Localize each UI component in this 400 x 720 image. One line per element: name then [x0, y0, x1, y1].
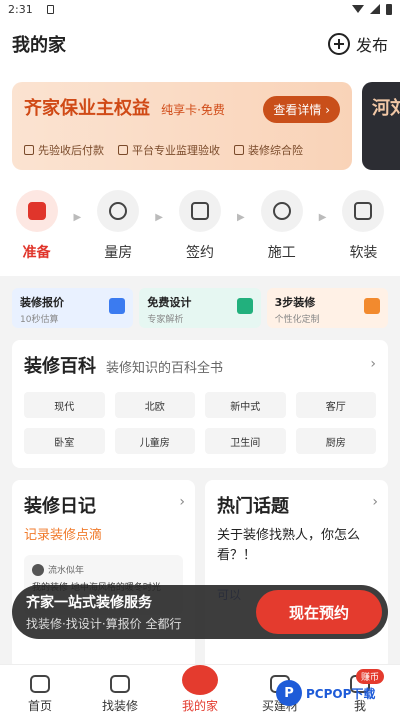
stage-contract[interactable]: 签约 — [172, 190, 228, 276]
promo-title: 齐家一站式装修服务 — [26, 595, 152, 611]
home-icon — [30, 675, 50, 693]
construction-icon — [260, 190, 303, 232]
promo-text: 齐家一站式装修服务 找装修·找设计·算报价 全都行 — [26, 592, 181, 632]
tab-home[interactable]: 首页 — [0, 665, 80, 720]
supervision-icon — [118, 145, 128, 155]
stage-measure[interactable]: 量房 — [90, 190, 146, 276]
paint-roller-icon — [363, 298, 380, 314]
tag-item[interactable]: 北欧 — [114, 392, 195, 418]
diary-user: 流水似年 — [32, 563, 175, 576]
quote-tool[interactable]: 装修报价 10秒估算 — [12, 288, 134, 328]
signal-icon — [370, 4, 380, 14]
design-icon — [236, 298, 253, 314]
tag-item[interactable]: 新中式 — [205, 392, 286, 418]
design-tool[interactable]: 免费设计 专家解析 — [139, 288, 261, 328]
watermark-logo: P — [276, 680, 302, 706]
arrow-right-icon: ▶ — [236, 212, 245, 223]
stage-prepare[interactable]: 准备 — [9, 190, 65, 276]
tab-find-renovation[interactable]: 找装修 — [80, 665, 160, 720]
tag-item[interactable]: 卫生间 — [205, 428, 286, 454]
topics-card[interactable]: 热门话题 › 关于装修找熟人，你怎么看？！ 可以 — [205, 480, 388, 670]
arrow-right-icon: ▶ — [155, 212, 163, 223]
three-steps-tool[interactable]: 3步装修 个性化定制 — [266, 288, 388, 328]
topic-question[interactable]: 关于装修找熟人，你怎么看？！ — [217, 526, 376, 566]
avatar — [32, 563, 44, 576]
diary-title: 装修日记 — [24, 496, 96, 517]
publish-label: 发布 — [355, 36, 388, 55]
encyclopedia-subtitle: 装修知识的百科全书 — [106, 361, 224, 376]
chat-icon — [110, 675, 130, 693]
encyclopedia-title: 装修百科 — [24, 356, 96, 377]
sim-icon — [46, 4, 54, 14]
stage-construction[interactable]: 施工 — [254, 190, 310, 276]
tool-shortcuts: 装修报价 10秒估算 免费设计 专家解析 3步装修 个性化定制 — [0, 288, 400, 328]
status-bar: 2:31 — [0, 0, 400, 18]
prepare-icon — [15, 190, 58, 232]
tag-item[interactable]: 卧室 — [24, 428, 105, 454]
arrow-right-icon: ▶ — [318, 212, 327, 223]
page-title: 我的家 — [12, 35, 66, 56]
diary-card[interactable]: 装修日记 › 记录装修点滴 流水似年 我的装修 地中海风格的暖冬时光 — [12, 480, 195, 670]
watermark-text: PCPOP下载 — [306, 686, 376, 701]
book-now-button[interactable]: 现在预约 — [256, 590, 382, 634]
banner-subtitle: 纯享卡·免费 — [161, 103, 225, 117]
status-right — [352, 3, 392, 15]
tag-item[interactable]: 客厅 — [295, 392, 376, 418]
chevron-right-icon: › — [179, 494, 185, 510]
watermark: P PCPOP下载 — [276, 680, 375, 706]
promo-subtitle: 找装修·找设计·算报价 全都行 — [26, 617, 182, 631]
status-time: 2:31 — [8, 2, 33, 16]
banner-feature: 平台专业监理验收 — [118, 142, 220, 158]
view-details-button[interactable]: 查看详情 › — [263, 96, 340, 123]
banner-title: 齐家保业主权益 — [24, 98, 150, 119]
shield-icon — [234, 145, 244, 155]
next-banner[interactable]: 河刘 — [362, 82, 400, 170]
banner-features: 先验收后付款 平台专业监理验收 装修综合险 — [24, 142, 303, 158]
diary-subtitle: 记录装修点滴 — [24, 528, 103, 543]
renovation-stages: 准备 ▶ 量房 ▶ 签约 ▶ 施工 ▶ 软装 — [0, 180, 400, 276]
tab-my-home[interactable]: 我的家 — [160, 665, 240, 720]
banner-feature: 先验收后付款 — [24, 142, 104, 158]
measure-icon — [97, 190, 140, 232]
encyclopedia-header[interactable]: 装修百科 装修知识的百科全书 — [24, 352, 376, 378]
wifi-icon — [352, 5, 364, 13]
app-header: 我的家 发布 — [0, 18, 400, 70]
tag-item[interactable]: 现代 — [24, 392, 105, 418]
contract-icon — [178, 190, 221, 232]
promo-bar: 齐家一站式装修服务 找装修·找设计·算报价 全都行 现在预约 — [12, 585, 388, 639]
house-icon — [182, 665, 218, 695]
stage-soft-decoration[interactable]: 软装 — [335, 190, 391, 276]
chevron-right-icon: › — [372, 494, 378, 510]
calculator-icon — [109, 298, 126, 314]
publish-button[interactable]: 发布 — [327, 32, 388, 56]
chevron-right-icon[interactable]: › — [370, 356, 376, 372]
topics-title: 热门话题 — [217, 496, 289, 517]
content-cards: 装修日记 › 记录装修点滴 流水似年 我的装修 地中海风格的暖冬时光 热门话题 … — [12, 480, 388, 670]
encyclopedia-tags: 现代 北欧 新中式 客厅 卧室 儿童房 卫生间 厨房 — [24, 392, 376, 454]
arrow-right-icon: ▶ — [73, 212, 82, 223]
tag-item[interactable]: 厨房 — [295, 428, 376, 454]
benefit-banner[interactable]: 齐家保业主权益 纯享卡·免费 查看详情 › 先验收后付款 平台专业监理验收 装修… — [12, 82, 352, 170]
banner-carousel[interactable]: 齐家保业主权益 纯享卡·免费 查看详情 › 先验收后付款 平台专业监理验收 装修… — [0, 70, 400, 180]
encyclopedia-section: 装修百科 装修知识的百科全书 › 现代 北欧 新中式 客厅 卧室 儿童房 卫生间… — [12, 340, 388, 468]
banner-feature: 装修综合险 — [234, 142, 303, 158]
battery-icon — [386, 3, 392, 15]
sofa-icon — [342, 190, 385, 232]
tag-item[interactable]: 儿童房 — [114, 428, 195, 454]
plus-icon — [327, 33, 350, 55]
pay-icon — [24, 145, 34, 155]
